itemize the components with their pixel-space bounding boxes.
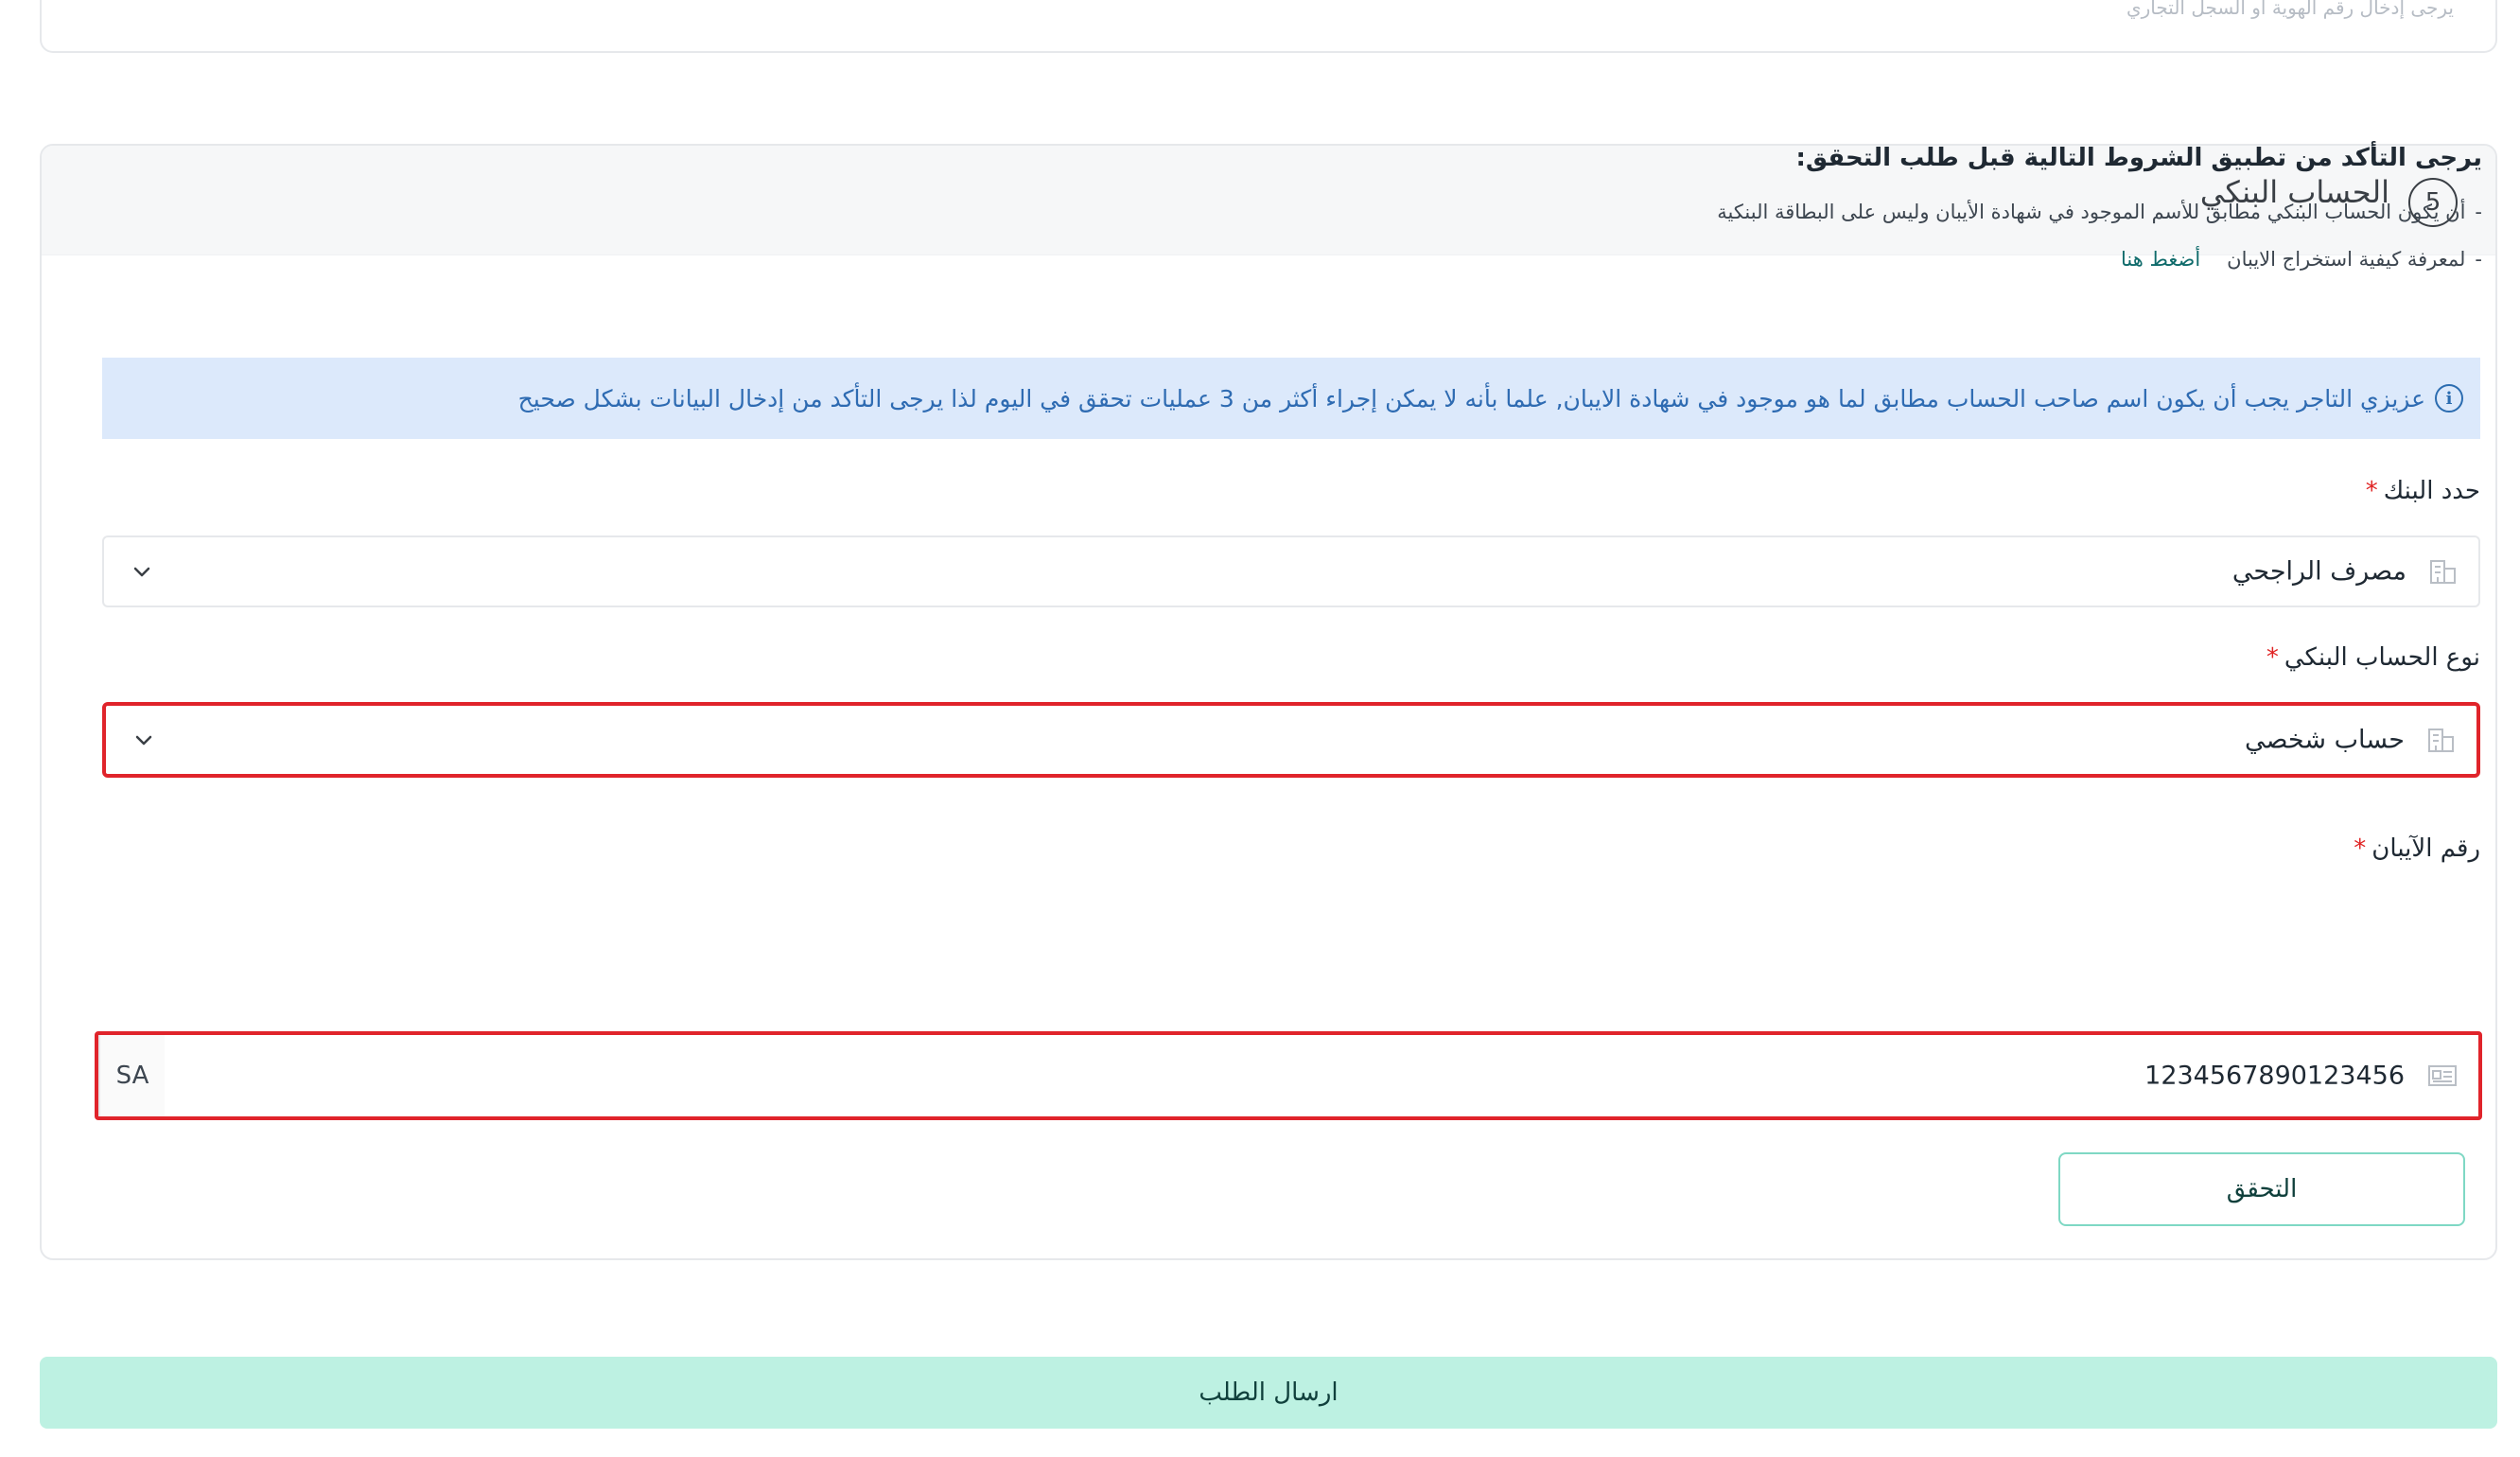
account-type-select[interactable]: حساب شخصي — [102, 702, 2480, 778]
building-icon — [2428, 728, 2454, 752]
chevron-down-icon — [133, 567, 150, 577]
building-icon — [2430, 560, 2456, 584]
bank-select[interactable]: مصرف الراجحي — [102, 535, 2480, 607]
chevron-down-icon — [135, 735, 152, 746]
iban-input[interactable] — [231, 1060, 2406, 1092]
iban-country-prefix: SA — [98, 1035, 165, 1116]
condition-dash: - — [2475, 248, 2482, 271]
condition-dash: - — [2475, 201, 2482, 223]
condition-text: أن يكون الحساب البنكي مطابق للأسم الموجو… — [1717, 201, 2466, 223]
info-alert: i عزيزي التاجر يجب أن يكون اسم صاحب الحس… — [102, 358, 2480, 439]
submit-request-button[interactable]: ارسال الطلب — [40, 1357, 2497, 1429]
required-mark: * — [2354, 834, 2367, 863]
iban-help-link[interactable]: أضغط هنا — [2121, 248, 2200, 271]
iban-label: رقم الآيبان* — [2354, 834, 2480, 863]
previous-section-hint: يرجى إدخال رقم الهوية أو السجل التجاري — [2126, 0, 2454, 19]
previous-section-card: يرجى إدخال رقم الهوية أو السجل التجاري — [40, 0, 2497, 53]
bank-select-value: مصرف الراجحي — [2231, 556, 2406, 587]
account-type-label-text: نوع الحساب البنكي — [2284, 643, 2480, 672]
alert-text: عزيزي التاجر يجب أن يكون اسم صاحب الحساب… — [517, 384, 2425, 413]
account-type-label: نوع الحساب البنكي* — [2266, 643, 2480, 672]
iban-field: SA — [95, 1031, 2482, 1120]
verify-button[interactable]: التحقق — [2058, 1152, 2465, 1226]
bank-label: حدد البنك* — [2366, 477, 2480, 505]
condition-item: - لمعرفة كيفية استخراج الايبان أضغط هنا — [2121, 248, 2482, 271]
id-card-icon — [2428, 1065, 2457, 1086]
account-type-select-value: حساب شخصي — [2245, 725, 2405, 755]
conditions-title: يرجى التأكد من تطبيق الشروط التالية قبل … — [1795, 144, 2482, 172]
bank-label-text: حدد البنك — [2383, 477, 2480, 505]
required-mark: * — [2266, 643, 2279, 672]
condition-text: لمعرفة كيفية استخراج الايبان — [2227, 248, 2466, 271]
iban-label-text: رقم الآيبان — [2371, 834, 2480, 863]
condition-item: - أن يكون الحساب البنكي مطابق للأسم المو… — [1717, 201, 2482, 223]
info-icon: i — [2435, 384, 2463, 413]
required-mark: * — [2365, 477, 2378, 505]
